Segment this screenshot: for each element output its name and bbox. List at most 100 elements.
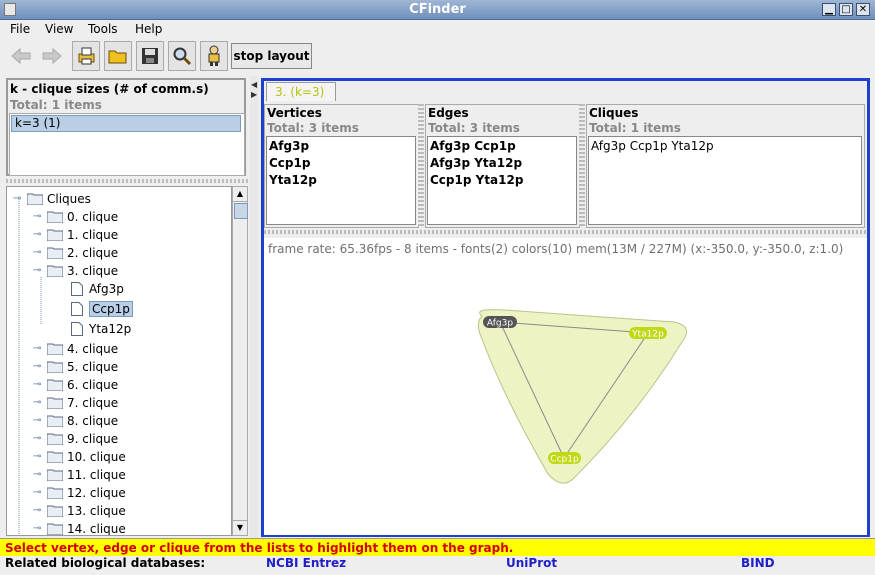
vertex-item[interactable]: Yta12p xyxy=(269,173,317,187)
folder-icon xyxy=(47,523,63,535)
menu-file[interactable]: File xyxy=(10,22,30,36)
tree-expander-icon[interactable]: ⊸ xyxy=(33,265,47,276)
tree-expander-icon[interactable]: ⊸ xyxy=(33,469,47,480)
tree-member-node[interactable]: Afg3p xyxy=(71,280,124,297)
tree-clique-node[interactable]: ⊸ 6. clique xyxy=(33,376,118,393)
tree-scrollbar[interactable]: ▲ ▼ xyxy=(232,186,248,536)
databases-label: Related biological databases: xyxy=(5,556,206,570)
menu-view[interactable]: View xyxy=(45,22,73,36)
toolbar: stop layout xyxy=(0,38,875,76)
link-ncbi-entrez[interactable]: NCBI Entrez xyxy=(266,556,346,570)
cliques-header: Cliques xyxy=(589,106,639,120)
vertices-total: Total: 3 items xyxy=(267,121,359,135)
edge-item[interactable]: Afg3p Ccp1p xyxy=(430,139,516,153)
graph-canvas[interactable]: frame rate: 65.36fps - 8 items - fonts(2… xyxy=(264,238,867,535)
split-divider[interactable] xyxy=(6,179,248,183)
menu-help[interactable]: Help xyxy=(135,22,162,36)
close-button[interactable]: ✕ xyxy=(856,3,870,16)
tree-member-node[interactable]: Yta12p xyxy=(71,320,131,337)
tree-expander-icon[interactable]: ⊸ xyxy=(33,415,47,426)
k-sizes-list[interactable]: k=3 (1) xyxy=(9,113,245,176)
forward-button[interactable] xyxy=(38,41,66,71)
tree-clique-node[interactable]: ⊸ 12. clique xyxy=(33,484,126,501)
tree-clique-label: 14. clique xyxy=(67,521,126,536)
vertex-item[interactable]: Afg3p xyxy=(269,139,309,153)
edges-list[interactable]: Afg3p Ccp1p Afg3p Yta12p Ccp1p Yta12p xyxy=(427,136,577,225)
tree-clique-node[interactable]: ⊸ 9. clique xyxy=(33,430,118,447)
floppy-disk-icon xyxy=(142,48,158,64)
vertex-item[interactable]: Ccp1p xyxy=(269,156,310,170)
cliques-panel: Cliques Total: 1 items Afg3p Ccp1p Yta12… xyxy=(586,104,865,228)
tree-clique-node[interactable]: ⊸ 7. clique xyxy=(33,394,118,411)
split-divider[interactable] xyxy=(418,104,424,226)
save-button[interactable] xyxy=(136,41,164,71)
tree-expander-icon[interactable]: ⊸ xyxy=(33,433,47,444)
tree-clique-node[interactable]: ⊸ 4. clique xyxy=(33,340,118,357)
folder-icon xyxy=(47,505,63,517)
tree-expander-icon[interactable]: ⊸ xyxy=(33,361,47,372)
split-divider[interactable] xyxy=(264,230,867,234)
vertical-divider[interactable]: ◀ ▶ xyxy=(250,76,258,538)
link-uniprot[interactable]: UniProt xyxy=(506,556,557,570)
scroll-thumb[interactable] xyxy=(234,203,248,219)
tree-root-label: Cliques xyxy=(47,191,91,206)
tree-expander-icon[interactable]: ⊸ xyxy=(33,211,47,222)
tree-expander-icon[interactable]: ⊸ xyxy=(33,247,47,258)
edges-total: Total: 3 items xyxy=(428,121,520,135)
edges-header: Edges xyxy=(428,106,469,120)
tree-clique-node[interactable]: ⊸ 11. clique xyxy=(33,466,126,483)
maximize-button[interactable]: □ xyxy=(839,3,853,16)
stop-layout-button[interactable]: stop layout xyxy=(231,43,312,69)
tree-clique-node[interactable]: ⊸ 13. clique xyxy=(33,502,126,519)
tree-clique-node[interactable]: ⊸ 2. clique xyxy=(33,244,118,261)
user-button[interactable] xyxy=(200,41,228,71)
split-divider[interactable] xyxy=(579,104,585,226)
edge-item[interactable]: Afg3p Yta12p xyxy=(430,156,522,170)
tree-expander-icon[interactable]: ⊸ xyxy=(33,379,47,390)
menu-tools[interactable]: Tools xyxy=(88,22,118,36)
print-button[interactable] xyxy=(72,41,100,71)
k-size-item[interactable]: k=3 (1) xyxy=(11,115,241,132)
back-button[interactable] xyxy=(7,41,35,71)
tree-root[interactable]: ⊸ Cliques xyxy=(13,190,91,207)
edge-item[interactable]: Ccp1p Yta12p xyxy=(430,173,523,187)
expand-right-icon[interactable]: ▶ xyxy=(251,90,257,99)
tree-clique-node[interactable]: ⊸ 8. clique xyxy=(33,412,118,429)
collapse-left-icon[interactable]: ◀ xyxy=(251,80,257,89)
tree-expander-icon[interactable]: ⊸ xyxy=(33,487,47,498)
scroll-down-button[interactable]: ▼ xyxy=(233,520,247,535)
search-button[interactable] xyxy=(168,41,196,71)
tree-clique-node[interactable]: ⊸ 3. clique xyxy=(33,262,118,279)
tree-expander-icon[interactable]: ⊸ xyxy=(13,193,27,204)
graph-node-yta12p[interactable]: Yta12p xyxy=(629,327,667,340)
folder-open-icon xyxy=(108,50,127,64)
open-button[interactable] xyxy=(104,41,132,71)
tab-clique-3[interactable]: 3. (k=3) xyxy=(266,82,336,101)
tree-expander-icon[interactable]: ⊸ xyxy=(33,343,47,354)
k-sizes-total: Total: 1 items xyxy=(10,98,102,112)
tree-member-node[interactable]: Ccp1p xyxy=(71,300,133,317)
node-label: Afg3p xyxy=(487,319,513,329)
cliques-total: Total: 1 items xyxy=(589,121,681,135)
link-bind[interactable]: BIND xyxy=(741,556,775,570)
person-icon xyxy=(208,45,220,66)
tree-clique-node[interactable]: ⊸ 10. clique xyxy=(33,448,126,465)
vertices-list[interactable]: Afg3p Ccp1p Yta12p xyxy=(266,136,416,225)
tree-expander-icon[interactable]: ⊸ xyxy=(33,229,47,240)
graph-node-afg3p[interactable]: Afg3p xyxy=(483,316,517,329)
cliques-list[interactable]: Afg3p Ccp1p Yta12p xyxy=(588,136,862,225)
tree-clique-node[interactable]: ⊸ 14. clique xyxy=(33,520,126,536)
tree-expander-icon[interactable]: ⊸ xyxy=(33,397,47,408)
tree-clique-node[interactable]: ⊸ 5. clique xyxy=(33,358,118,375)
tree-expander-icon[interactable]: ⊸ xyxy=(33,505,47,516)
tree-expander-icon[interactable]: ⊸ xyxy=(33,451,47,462)
clique-tree[interactable]: ⊸ Cliques ⊸ 0. clique ⊸ 1. clique ⊸ 2. clique… xyxy=(6,186,232,536)
minimize-button[interactable]: ▁ xyxy=(822,3,836,16)
tree-expander-icon[interactable]: ⊸ xyxy=(33,523,47,534)
tree-clique-node[interactable]: ⊸ 1. clique xyxy=(33,226,118,243)
title-bar[interactable]: CFinder ▁ □ ✕ xyxy=(0,0,875,20)
clique-item[interactable]: Afg3p Ccp1p Yta12p xyxy=(591,139,714,153)
tree-clique-node[interactable]: ⊸ 0. clique xyxy=(33,208,118,225)
graph-node-ccp1p[interactable]: Ccp1p xyxy=(548,452,581,465)
scroll-up-button[interactable]: ▲ xyxy=(233,187,247,202)
